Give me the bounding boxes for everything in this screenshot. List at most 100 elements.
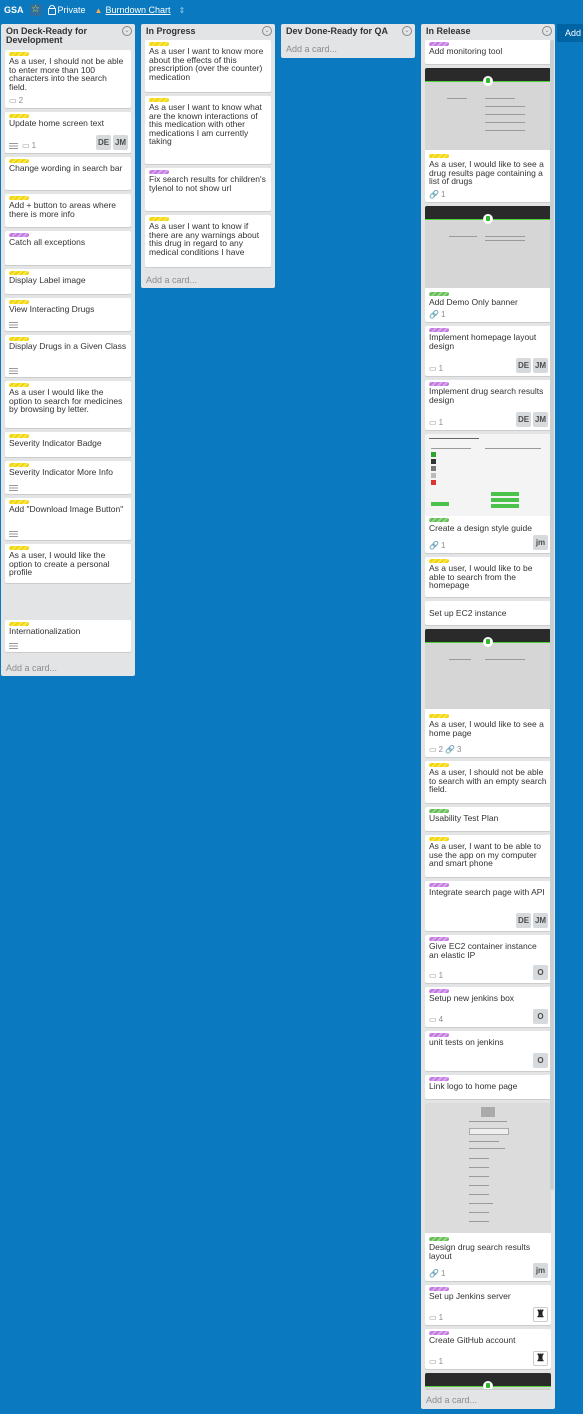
member-avatar[interactable]: JM	[113, 135, 128, 150]
card[interactable]: Severity Indicator More Info	[5, 461, 131, 494]
chevron-up-down-icon[interactable]: ⇕	[179, 6, 186, 15]
member-avatar[interactable]: JM	[533, 412, 548, 427]
card[interactable]: As a user, I would like to see a home pa…	[425, 629, 551, 757]
comment-icon: ▭	[429, 745, 437, 754]
list-title[interactable]: On Deck-Ready for Development	[1, 24, 120, 45]
label-yellow[interactable]	[429, 154, 449, 158]
card[interactable]: Setup new jenkins box ▭ 4 O	[425, 987, 551, 1027]
comment-icon: ▭	[429, 1015, 437, 1024]
member-avatar-image[interactable]: ♜	[533, 1307, 548, 1322]
card[interactable]: Design drug search results layout 🔗 1 jm	[425, 1103, 551, 1281]
card[interactable]: Severity Indicator Badge	[5, 432, 131, 457]
comment-icon: ▭	[429, 971, 437, 980]
member-avatar[interactable]: O	[533, 1053, 548, 1068]
card-title: unit tests on jenkins	[429, 1037, 504, 1047]
card[interactable]: As a user I would like the option to sea…	[5, 381, 131, 428]
card[interactable]: As a user I want to know what are the kn…	[145, 96, 271, 164]
visibility-button[interactable]: Private	[47, 4, 86, 15]
card[interactable]: As a user, I would like to see a drug re…	[425, 68, 551, 202]
card-title: Set up Jenkins server	[429, 1291, 511, 1301]
card[interactable]: Integrate search page with API DE JM	[425, 881, 551, 931]
add-list-button[interactable]: Add	[557, 24, 583, 42]
label-green[interactable]	[429, 518, 449, 522]
list-menu-icon[interactable]: ⌄	[122, 26, 132, 36]
card[interactable]: Add monitoring tool	[425, 40, 551, 64]
card[interactable]: Create GitHub account ▭ 1 ♜	[425, 1329, 551, 1369]
card[interactable]: As a user, I should not be able to searc…	[425, 761, 551, 803]
member-avatar[interactable]: DE	[516, 913, 531, 928]
add-card-button[interactable]: Add a card...	[6, 663, 57, 673]
card[interactable]: As a user, I would like the option to cr…	[5, 544, 131, 583]
card[interactable]: Add + button to areas where there is mor…	[5, 194, 131, 227]
list-title[interactable]: Dev Done-Ready for QA	[281, 24, 415, 36]
member-avatar[interactable]: O	[533, 1009, 548, 1024]
member-avatar[interactable]: JM	[533, 358, 548, 373]
list-scrollbar[interactable]	[550, 40, 554, 1190]
card[interactable]: Add "Download Image Button"	[5, 498, 131, 540]
card[interactable]: Internationalization	[5, 620, 131, 652]
list-menu-icon[interactable]: ⌄	[542, 26, 552, 36]
member-avatar[interactable]: jm	[533, 535, 548, 550]
member-avatar[interactable]: JM	[533, 913, 548, 928]
card-title: As a user I want to know if there are an…	[149, 221, 260, 257]
card[interactable]: View Interacting Drugs	[5, 298, 131, 331]
card[interactable]: Fix search results for children's tyleno…	[145, 168, 271, 211]
list-menu-icon[interactable]: ⌄	[262, 26, 272, 36]
comment-count: 2	[438, 745, 444, 754]
description-icon	[9, 643, 18, 649]
card-title: As a user, I would like to see a drug re…	[429, 159, 544, 186]
card[interactable]: As a user, I should not be able to enter…	[5, 50, 131, 108]
card[interactable]: Usability Test Plan	[425, 807, 551, 831]
card[interactable]: Create a design style guide 🔗 1 jm	[425, 434, 551, 553]
member-avatar[interactable]: DE	[96, 135, 111, 150]
add-card-button[interactable]: Add a card...	[426, 1395, 477, 1405]
star-icon[interactable]: ☆	[29, 4, 42, 16]
label-yellow[interactable]	[429, 714, 449, 718]
card[interactable]: Change wording in search bar	[5, 157, 131, 190]
burndown-chart-link[interactable]: ▲ Burndown Chart	[95, 5, 171, 15]
card[interactable]	[425, 1373, 551, 1389]
card[interactable]: Set up Jenkins server ▭ 1 ♜	[425, 1285, 551, 1325]
card-title: As a user I want to know more about the …	[149, 46, 264, 82]
card[interactable]: Give EC2 container instance an elastic I…	[425, 935, 551, 983]
card[interactable]: Display Drugs in a Given Class	[5, 335, 131, 377]
list-menu-icon[interactable]: ⌄	[402, 26, 412, 36]
card-title: Usability Test Plan	[429, 813, 499, 823]
card[interactable]: Update home screen text ▭ 1 DE JM	[5, 112, 131, 153]
card[interactable]: Add Demo Only banner 🔗 1	[425, 206, 551, 322]
card-title: As a user, I should not be able to searc…	[429, 767, 547, 794]
member-avatar[interactable]: jm	[533, 1263, 548, 1278]
attachment-count: 3	[456, 745, 462, 754]
description-icon	[9, 485, 18, 491]
card-title: Design drug search results layout	[429, 1242, 531, 1261]
list-title[interactable]: In Progress	[141, 24, 275, 36]
list-title[interactable]: In Release	[421, 24, 555, 36]
comment-icon: ▭	[429, 364, 437, 373]
add-card-button[interactable]: Add a card...	[286, 44, 337, 54]
lock-icon	[47, 4, 56, 15]
card[interactable]: Catch all exceptions	[5, 231, 131, 265]
card[interactable]: Set up EC2 instance	[425, 601, 551, 625]
card[interactable]: As a user, I want to be able to use the …	[425, 835, 551, 877]
card[interactable]: As a user I want to know more about the …	[145, 40, 271, 92]
member-avatar[interactable]: DE	[516, 358, 531, 373]
label-green[interactable]	[429, 292, 449, 296]
attachment-count: 1	[440, 541, 446, 550]
comment-count: 2	[18, 96, 24, 105]
label-green[interactable]	[429, 1237, 449, 1241]
member-avatar[interactable]: DE	[516, 412, 531, 427]
add-card-button[interactable]: Add a card...	[146, 275, 197, 285]
card[interactable]: Implement homepage layout design ▭ 1 DE JM	[425, 326, 551, 376]
card-title: Integrate search page with API	[429, 887, 545, 897]
card[interactable]: As a user I want to know if there are an…	[145, 215, 271, 267]
card[interactable]: As a user, I would like to be able to se…	[425, 557, 551, 597]
board-title[interactable]: GSA	[4, 5, 24, 15]
card[interactable]: Implement drug search results design ▭ 1 …	[425, 380, 551, 430]
member-avatar[interactable]: O	[533, 965, 548, 980]
description-icon	[9, 142, 18, 149]
card[interactable]: unit tests on jenkins O	[425, 1031, 551, 1071]
card[interactable]: Display Label image	[5, 269, 131, 294]
card[interactable]: Link logo to home page	[425, 1075, 551, 1099]
member-avatar-image[interactable]: ♜	[533, 1351, 548, 1366]
card-title: As a user I want to know what are the kn…	[149, 102, 262, 146]
